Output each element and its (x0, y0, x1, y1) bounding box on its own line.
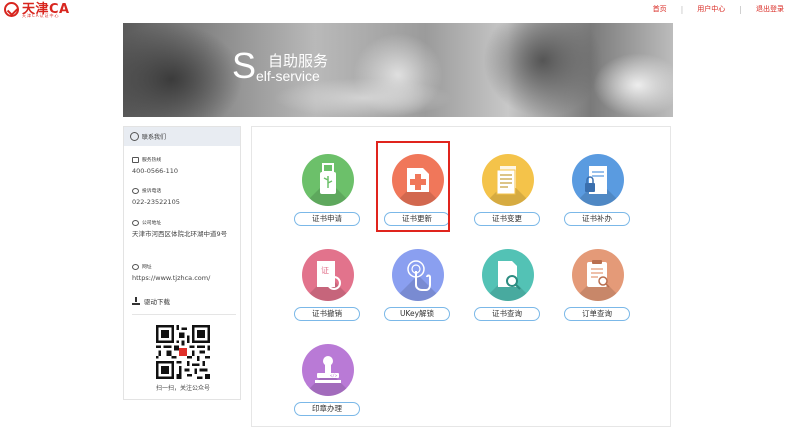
svg-text:证: 证 (321, 266, 329, 275)
website-label: 网址 (142, 265, 152, 270)
fingerprint-touch-icon[interactable] (392, 249, 444, 301)
banner-big-letter: S (232, 45, 257, 86)
qr-code (156, 325, 210, 379)
nav-separator: | (739, 4, 742, 14)
service-cert-query[interactable]: 证书查询 (474, 249, 544, 329)
svg-text:</>: </> (330, 373, 338, 378)
nav-separator: | (680, 4, 684, 14)
seal-button[interactable]: 印章办理 (294, 402, 360, 416)
contact-heading: 联系我们 (124, 127, 240, 146)
service-cert-change[interactable]: 证书变更 (474, 154, 544, 234)
sidebar-divider (132, 314, 236, 315)
cert-reissue-button[interactable]: 证书补办 (564, 212, 630, 226)
address-value: 天津市河西区体院北环湖中道9号 (132, 230, 228, 238)
nav-user-center-link[interactable]: 用户中心 (697, 4, 725, 14)
cert-query-button[interactable]: 证书查询 (474, 307, 540, 321)
nav-home-link[interactable]: 首页 (653, 4, 667, 14)
certificate-plus-icon[interactable] (392, 154, 444, 206)
top-bar: 天津CA 天津CA认证中心 首页 | 用户中心 | 退出登录 (0, 0, 794, 20)
nav-logout-link[interactable]: 退出登录 (756, 4, 784, 14)
location-pin-icon (132, 219, 139, 226)
top-nav: 首页 | 用户中心 | 退出登录 (653, 4, 784, 14)
headset-icon (132, 156, 139, 163)
complaint-label: 投诉电话 (142, 189, 162, 194)
usb-key-icon[interactable] (302, 154, 354, 206)
contact-icon (130, 132, 139, 141)
service-cert-reissue[interactable]: 证书补办 (564, 154, 634, 234)
complaint-value: 022-23522105 (132, 198, 180, 206)
hotline-label: 服务热线 (142, 158, 162, 163)
clipboard-search-icon[interactable] (572, 249, 624, 301)
service-ukey-unlock[interactable]: UKey解锁 (384, 249, 454, 329)
ukey-unlock-button[interactable]: UKey解锁 (384, 307, 450, 321)
website-value[interactable]: https://www.tjzhca.com/ (132, 274, 232, 283)
document-search-icon[interactable] (482, 249, 534, 301)
website-block: 网址 https://www.tjzhca.com/ (132, 263, 232, 283)
banner-title-en: elf-service (256, 68, 320, 84)
hotline-value: 400-0566-110 (132, 167, 179, 175)
service-order-query[interactable]: 订单查询 (564, 249, 634, 329)
documents-icon[interactable] (482, 154, 534, 206)
globe-icon (132, 263, 139, 270)
seal-stamp-icon[interactable]: </> (302, 344, 354, 396)
cert-apply-button[interactable]: 证书申请 (294, 212, 360, 226)
address-label: 公司地址 (142, 221, 162, 226)
driver-download-link[interactable]: 驱动下载 (132, 296, 170, 306)
download-icon (132, 297, 140, 305)
service-cert-revoke[interactable]: 证 证书撤销 (294, 249, 364, 329)
self-service-banner: S 自助服务 elf-service (123, 23, 673, 117)
document-lock-icon[interactable] (572, 154, 624, 206)
logo-mark-icon (4, 2, 19, 17)
hotline-block: 服务热线 400-0566-110 (132, 156, 232, 176)
driver-download-label: 驱动下载 (144, 298, 170, 306)
services-panel: 证书申请 证书更新 证书变更 证书补办 证 证书撤销 UKey解锁 证书查询 订… (251, 126, 671, 427)
service-cert-apply[interactable]: 证书申请 (294, 154, 364, 234)
cert-change-button[interactable]: 证书变更 (474, 212, 540, 226)
qr-caption: 扫一扫，关注公众号 (155, 385, 210, 392)
cert-revoke-button[interactable]: 证书撤销 (294, 307, 360, 321)
contact-sidebar: 联系我们 服务热线 400-0566-110 投诉电话 022-23522105… (123, 126, 241, 400)
logo-subtitle: 天津CA认证中心 (22, 13, 60, 18)
address-block: 公司地址 天津市河西区体院北环湖中道9号 (132, 219, 232, 239)
contact-heading-label: 联系我们 (142, 134, 167, 141)
certificate-power-icon[interactable]: 证 (302, 249, 354, 301)
complaint-block: 投诉电话 022-23522105 (132, 187, 232, 207)
order-query-button[interactable]: 订单查询 (564, 307, 630, 321)
service-seal[interactable]: </> 印章办理 (294, 344, 364, 424)
phone-icon (132, 187, 139, 194)
